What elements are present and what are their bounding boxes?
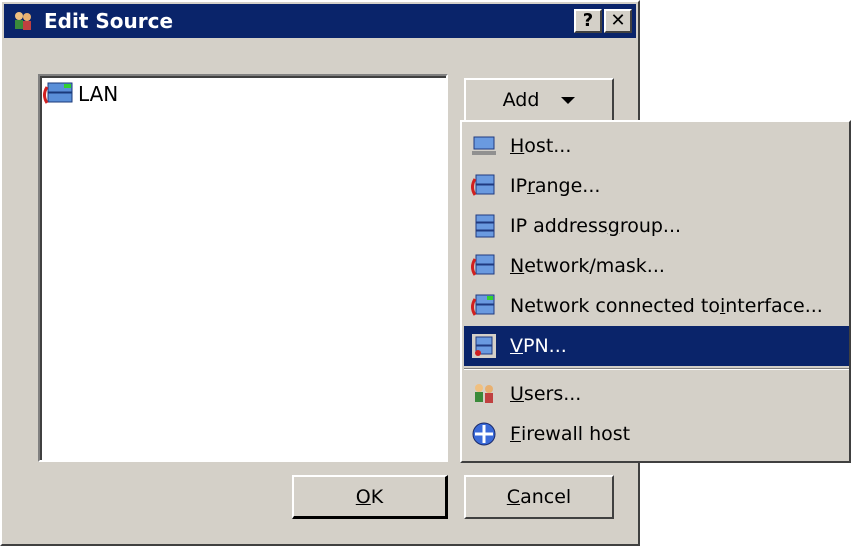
list-item[interactable]: LAN (42, 80, 118, 108)
source-list[interactable]: LAN (38, 74, 448, 462)
users-icon (475, 384, 493, 403)
ok-button[interactable]: OK (292, 475, 448, 519)
users-icon (15, 12, 31, 30)
menu-item-host[interactable]: Host... (464, 126, 849, 166)
menu-item-users[interactable]: Users... (464, 374, 849, 414)
cancel-button[interactable]: Cancel (464, 475, 614, 519)
ok-rest: K (370, 485, 384, 508)
menu-separator (464, 368, 849, 370)
network-mask-icon (471, 254, 495, 276)
cancel-mnemonic: C (506, 486, 521, 508)
network-interface-icon (471, 294, 495, 316)
menu-item-network-mask[interactable]: Network/mask... (464, 246, 849, 286)
menu-item-ip-range[interactable]: IP r ange... (464, 166, 849, 206)
close-button[interactable]: ✕ (604, 9, 632, 33)
ip-range-icon (471, 174, 495, 196)
add-button[interactable]: Add (464, 78, 614, 122)
list-item-label: LAN (78, 82, 119, 106)
network-interface-icon (43, 82, 73, 104)
window-title: Edit Source (44, 9, 174, 33)
title-bar[interactable]: Edit Source ? ✕ (4, 4, 636, 38)
menu-item-network-connected-to-interface[interactable]: Network connected to i nterface... (464, 286, 849, 326)
cancel-rest: ancel (520, 486, 572, 508)
ip-group-icon (475, 214, 495, 238)
vpn-icon (472, 334, 496, 358)
menu-item-ip-address-group[interactable]: IP address g roup... (464, 206, 849, 246)
add-dropdown-menu: Host... IP r ange... IP address g roup... … (460, 120, 851, 463)
firewall-host-icon (472, 422, 496, 446)
chevron-down-icon (561, 96, 576, 104)
host-icon (472, 136, 496, 155)
help-button[interactable]: ? (574, 9, 602, 33)
menu-item-vpn[interactable]: V PN... (464, 326, 849, 366)
ok-mnemonic: O (355, 485, 371, 508)
add-button-label: Add (502, 89, 540, 111)
menu-item-firewall-host[interactable]: Firewall host (464, 414, 849, 454)
